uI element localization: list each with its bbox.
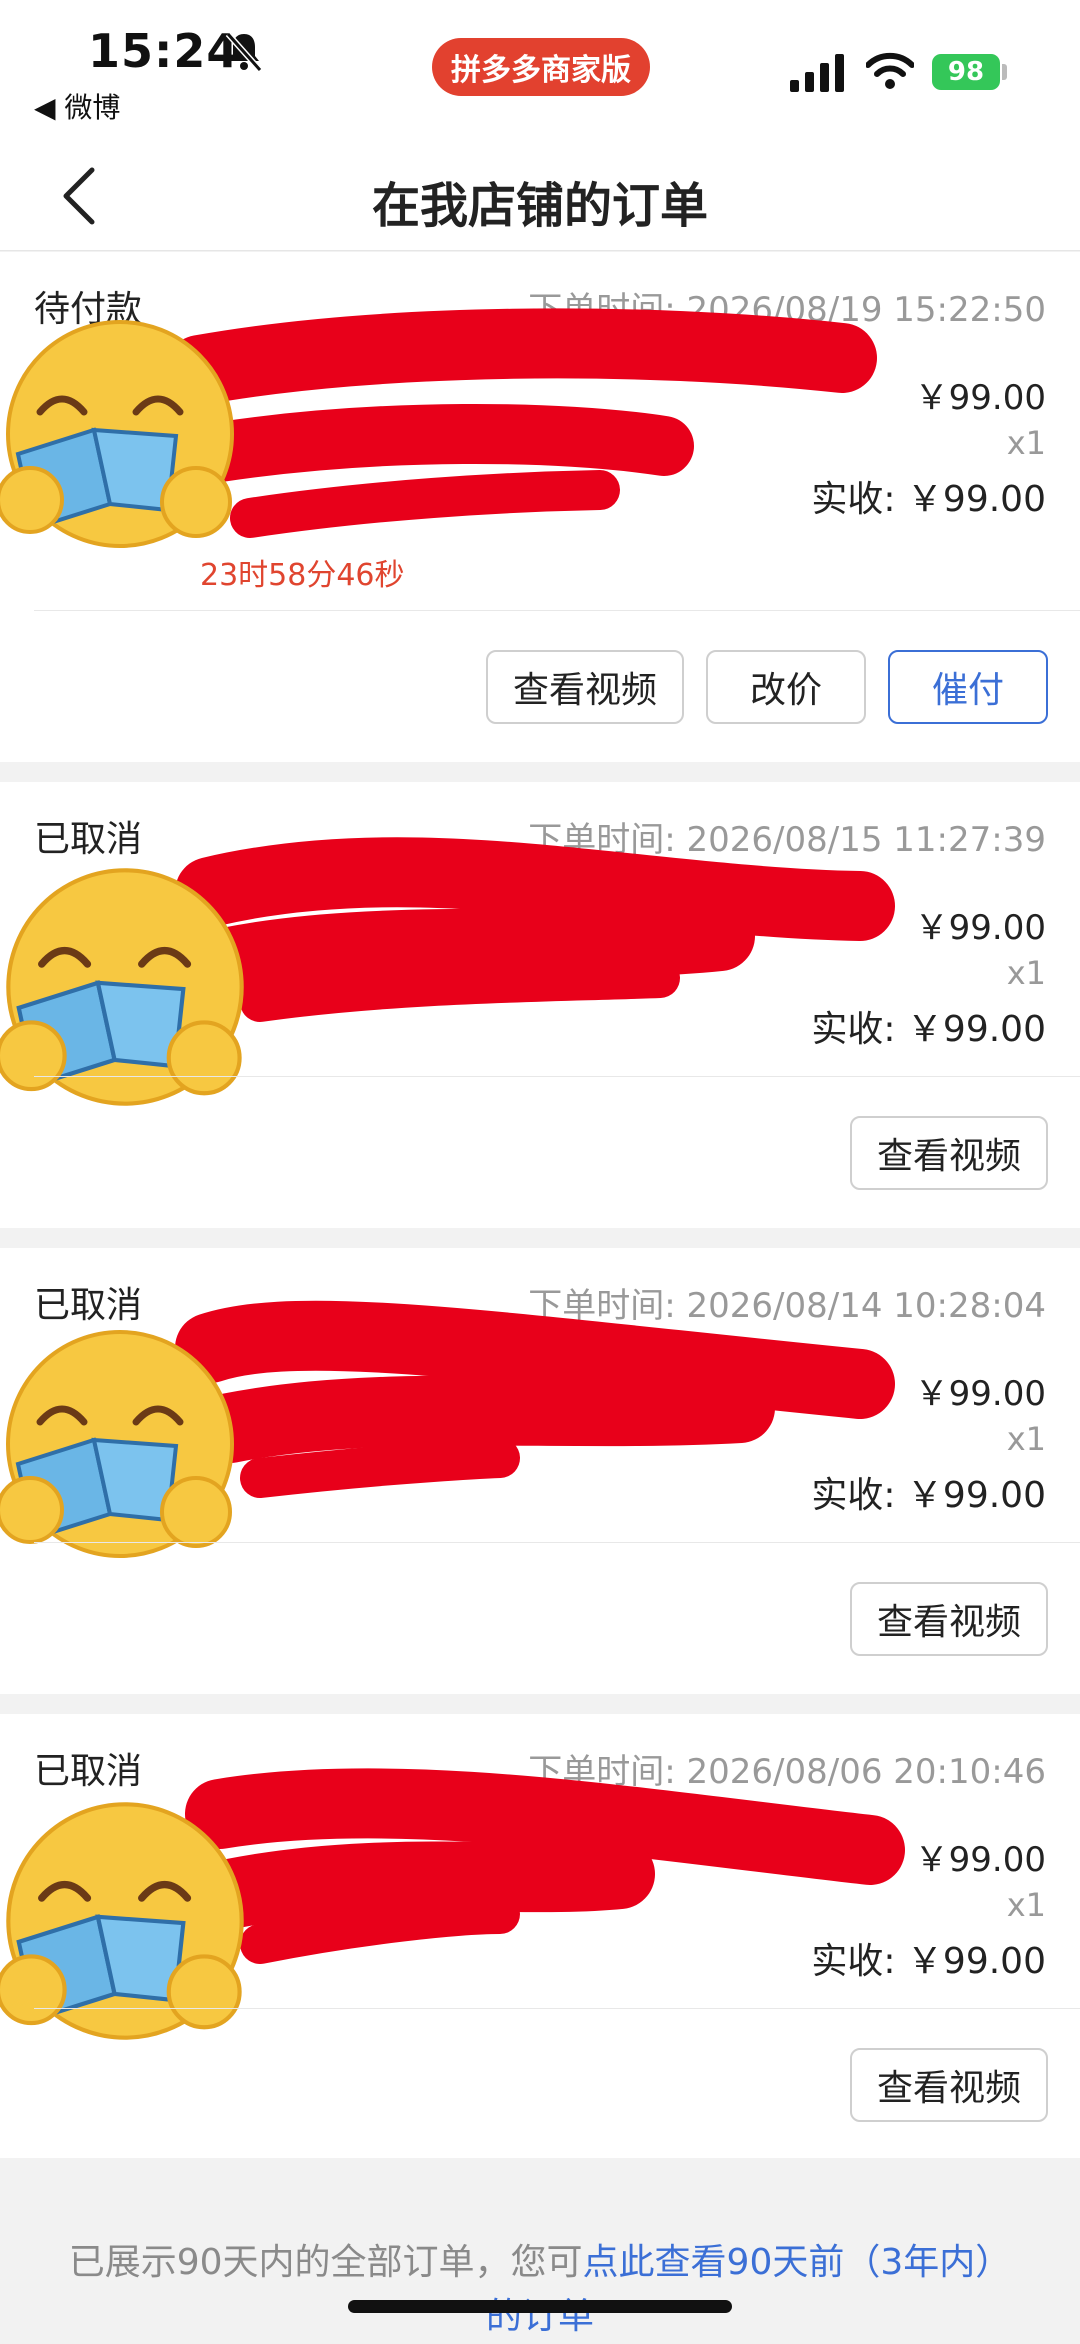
card-divider: [34, 1542, 1080, 1543]
clock: 15:24: [88, 24, 240, 78]
cellular-signal-icon: [790, 54, 844, 92]
battery-level: 98: [932, 54, 1000, 90]
order-card[interactable]: 已取消 下单时间: 2026/08/06 20:10:46 ￥99.00 x1 …: [0, 1714, 1080, 2158]
footer-note: 已展示90天内的全部订单，您可点此查看90天前（3年内）的订单: [60, 2236, 1020, 2344]
wifi-icon: [866, 52, 914, 89]
view-video-button[interactable]: 查看视频: [850, 2048, 1048, 2122]
app-badge: 拼多多商家版: [432, 38, 650, 96]
card-divider: [34, 1076, 1080, 1077]
reading-emoji-sticker: [0, 1330, 234, 1558]
footer-note-text: 已展示90天内的全部订单，您可: [68, 2242, 583, 2283]
order-card[interactable]: 已取消 下单时间: 2026/08/15 11:27:39 ￥99.00 x1 …: [0, 782, 1080, 1228]
order-card[interactable]: 已取消 下单时间: 2026/08/14 10:28:04 ￥99.00 x1 …: [0, 1248, 1080, 1694]
order-card[interactable]: 待付款 下单时间: 2026/08/19 15:22:50 ￥99.00 x1 …: [0, 252, 1080, 762]
reading-emoji-sticker: [0, 868, 244, 1106]
view-video-button[interactable]: 查看视频: [850, 1582, 1048, 1656]
bell-muted-icon: [225, 32, 263, 72]
battery-nub: [1002, 64, 1007, 80]
view-video-button[interactable]: 查看视频: [486, 650, 684, 724]
remind-payment-button[interactable]: 催付: [888, 650, 1048, 724]
home-indicator[interactable]: [348, 2300, 732, 2313]
reading-emoji-sticker: [0, 320, 234, 548]
card-divider: [34, 610, 1080, 611]
change-price-button[interactable]: 改价: [706, 650, 866, 724]
page-title: 在我店铺的订单: [371, 178, 708, 234]
status-bar: 15:24 ◀ 微博 拼多多商家版 98: [0, 0, 1080, 140]
card-divider: [34, 2008, 1080, 2009]
nav-bar: 在我店铺的订单: [0, 140, 1080, 251]
back-to-app-link[interactable]: ◀ 微博: [34, 86, 120, 126]
view-video-button[interactable]: 查看视频: [850, 1116, 1048, 1190]
